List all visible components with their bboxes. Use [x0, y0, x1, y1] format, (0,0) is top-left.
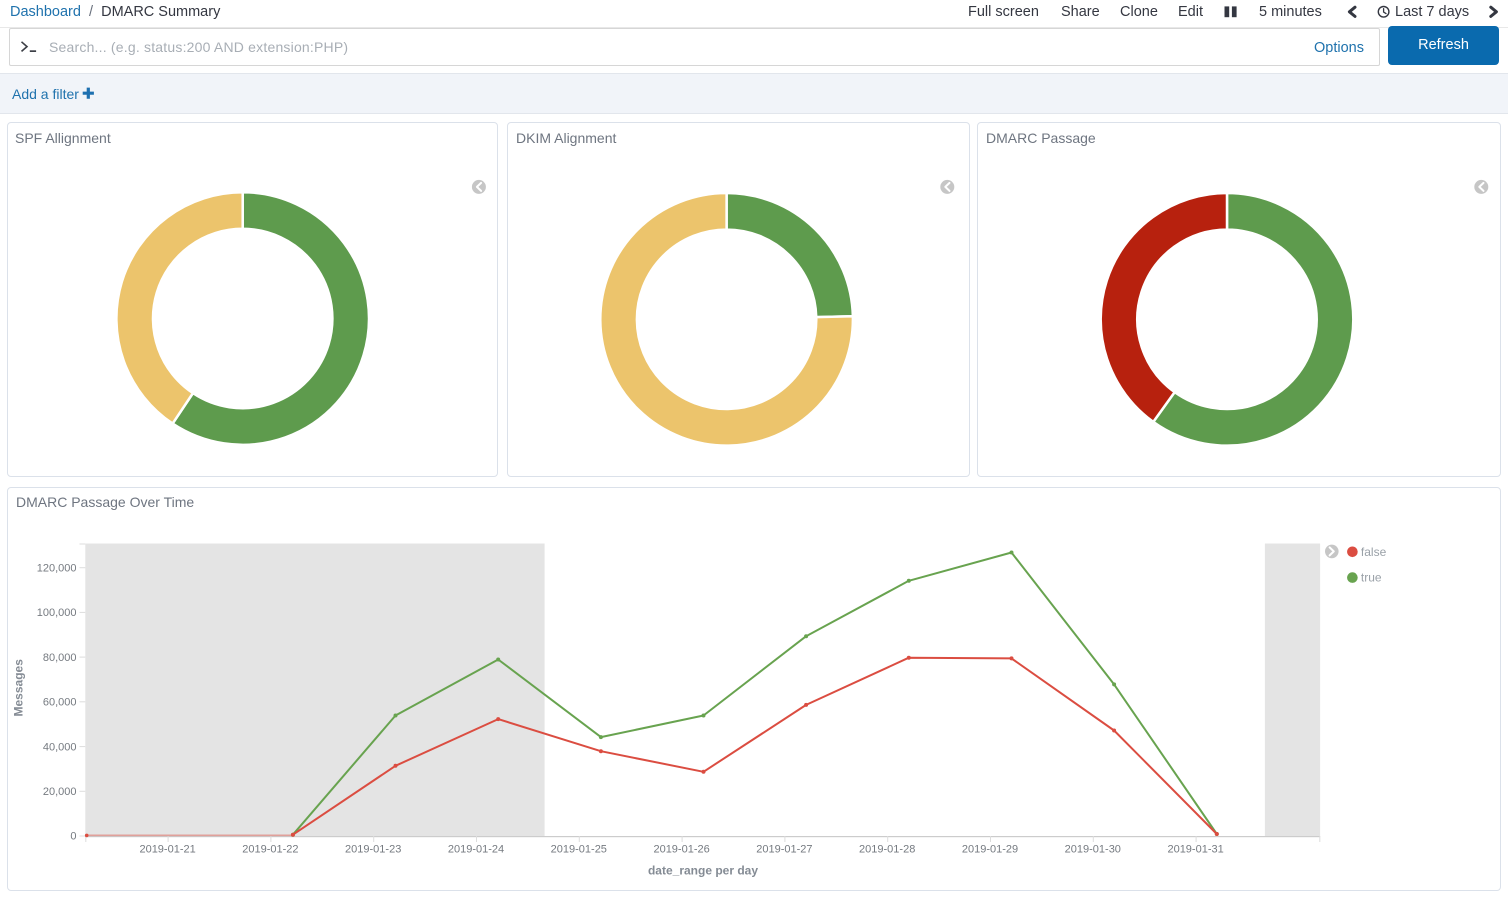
svg-text:Messages: Messages	[12, 659, 26, 717]
svg-text:2019-01-31: 2019-01-31	[1167, 844, 1223, 856]
svg-text:2019-01-21: 2019-01-21	[139, 844, 195, 856]
svg-text:2019-01-26: 2019-01-26	[653, 844, 709, 856]
svg-text:100,000: 100,000	[37, 607, 77, 619]
svg-text:2019-01-30: 2019-01-30	[1065, 844, 1121, 856]
svg-text:true: true	[1361, 571, 1382, 585]
svg-text:date_range per day: date_range per day	[648, 864, 758, 878]
svg-text:120,000: 120,000	[37, 562, 77, 574]
svg-text:2019-01-27: 2019-01-27	[756, 844, 812, 856]
svg-text:false: false	[1361, 545, 1387, 559]
svg-text:2019-01-24: 2019-01-24	[448, 844, 504, 856]
svg-text:2019-01-22: 2019-01-22	[242, 844, 298, 856]
svg-text:2019-01-29: 2019-01-29	[962, 844, 1018, 856]
svg-text:2019-01-23: 2019-01-23	[345, 844, 401, 856]
svg-text:0: 0	[70, 831, 76, 843]
svg-text:2019-01-28: 2019-01-28	[859, 844, 915, 856]
svg-text:2019-01-25: 2019-01-25	[551, 844, 607, 856]
svg-text:60,000: 60,000	[43, 697, 77, 709]
svg-text:80,000: 80,000	[43, 652, 77, 664]
svg-text:40,000: 40,000	[43, 741, 77, 753]
svg-text:20,000: 20,000	[43, 786, 77, 798]
